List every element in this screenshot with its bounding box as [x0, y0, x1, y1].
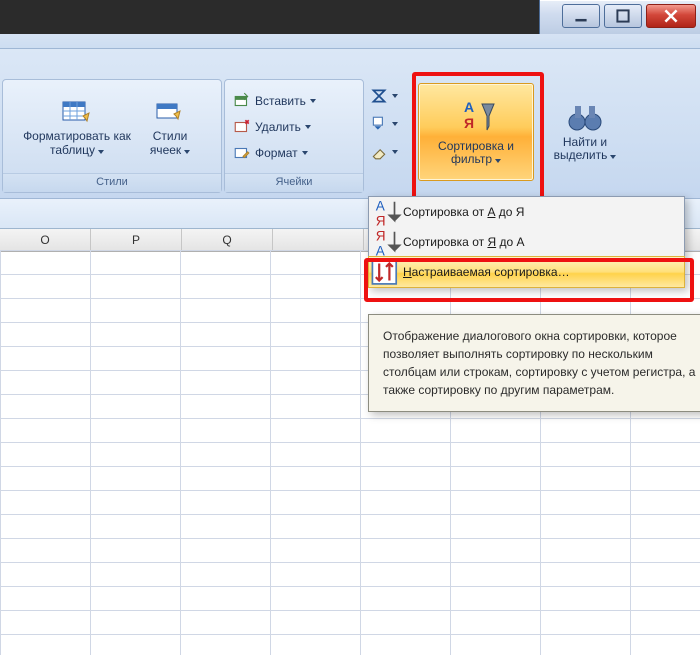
group-cells-caption: Ячейки — [225, 173, 363, 192]
format-button[interactable]: Формат — [233, 142, 308, 164]
group-styles-caption: Стили — [3, 173, 221, 192]
clear-button[interactable] — [370, 141, 398, 163]
delete-label: Удалить — [255, 120, 301, 134]
sort-filter-label: Сортировка и фильтр — [438, 139, 514, 166]
insert-label: Вставить — [255, 94, 306, 108]
col-blank[interactable] — [273, 229, 364, 251]
find-select-label: Найти и выделить — [554, 135, 608, 162]
app-window: { "window": { "btn_min": "–", "btn_max":… — [0, 0, 700, 655]
format-as-table-button[interactable]: Форматировать как таблицу — [22, 88, 132, 166]
eraser-icon — [370, 143, 388, 161]
col-Q[interactable]: Q — [182, 229, 273, 251]
format-as-table-label: Форматировать как таблицу — [23, 129, 131, 156]
editing-small-col — [370, 85, 398, 163]
tooltip-text: Отображение диалогового окна сортировки,… — [383, 329, 695, 397]
group-cells: Вставить Удалить Формат Ячейки — [224, 79, 364, 193]
menu-sort-az[interactable]: АЯ Сортировка от А до Я — [369, 197, 684, 227]
custom-sort-key: Н — [403, 265, 412, 279]
ribbon: Форматировать как таблицу Стили ячеек Ст… — [0, 48, 700, 200]
autosum-button[interactable] — [370, 85, 398, 107]
custom-sort-icon — [369, 255, 403, 289]
insert-icon — [233, 92, 251, 110]
cell-styles-icon — [154, 96, 186, 128]
format-label: Формат — [255, 146, 298, 160]
titlebar — [539, 0, 700, 35]
format-icon — [233, 144, 251, 162]
qat-bar — [0, 34, 700, 48]
fill-down-icon — [370, 115, 388, 133]
sigma-icon — [370, 87, 388, 105]
svg-text:А: А — [464, 99, 474, 115]
sort-za-icon: ЯА — [369, 225, 403, 259]
sort-za-key: Я — [487, 235, 496, 249]
tooltip: Отображение диалогового окна сортировки,… — [368, 314, 700, 412]
group-styles: Форматировать как таблицу Стили ячеек Ст… — [2, 79, 222, 193]
maximize-button[interactable] — [604, 4, 642, 28]
col-P[interactable]: P — [91, 229, 182, 251]
sort-az-icon: АЯ — [369, 195, 403, 229]
insert-button[interactable]: Вставить — [233, 90, 316, 112]
find-select-button[interactable]: Найти и выделить — [540, 83, 630, 179]
menu-sort-za[interactable]: ЯА Сортировка от Я до А — [369, 227, 684, 257]
sort-filter-menu: АЯ Сортировка от А до Я ЯА Сортировка от… — [368, 196, 685, 288]
cell-grid[interactable] — [0, 250, 700, 655]
binoculars-icon — [565, 100, 605, 134]
svg-text:А: А — [376, 198, 386, 213]
svg-text:Я: Я — [376, 228, 386, 243]
sort-filter-icon: А Я — [454, 98, 498, 138]
worksheet[interactable]: O P Q — [0, 228, 700, 655]
delete-icon — [233, 118, 251, 136]
sort-filter-button[interactable]: А Я Сортировка и фильтр — [418, 83, 534, 181]
menu-custom-sort[interactable]: Настраиваемая сортировка… — [368, 256, 685, 288]
svg-text:Я: Я — [464, 115, 474, 131]
cell-styles-label: Стили ячеек — [150, 129, 187, 156]
minimize-button[interactable] — [562, 4, 600, 28]
delete-button[interactable]: Удалить — [233, 116, 311, 138]
cell-styles-button[interactable]: Стили ячеек — [138, 88, 202, 166]
fill-button[interactable] — [370, 113, 398, 135]
table-icon — [61, 96, 93, 128]
close-button[interactable] — [646, 4, 696, 28]
col-O[interactable]: O — [0, 229, 91, 251]
